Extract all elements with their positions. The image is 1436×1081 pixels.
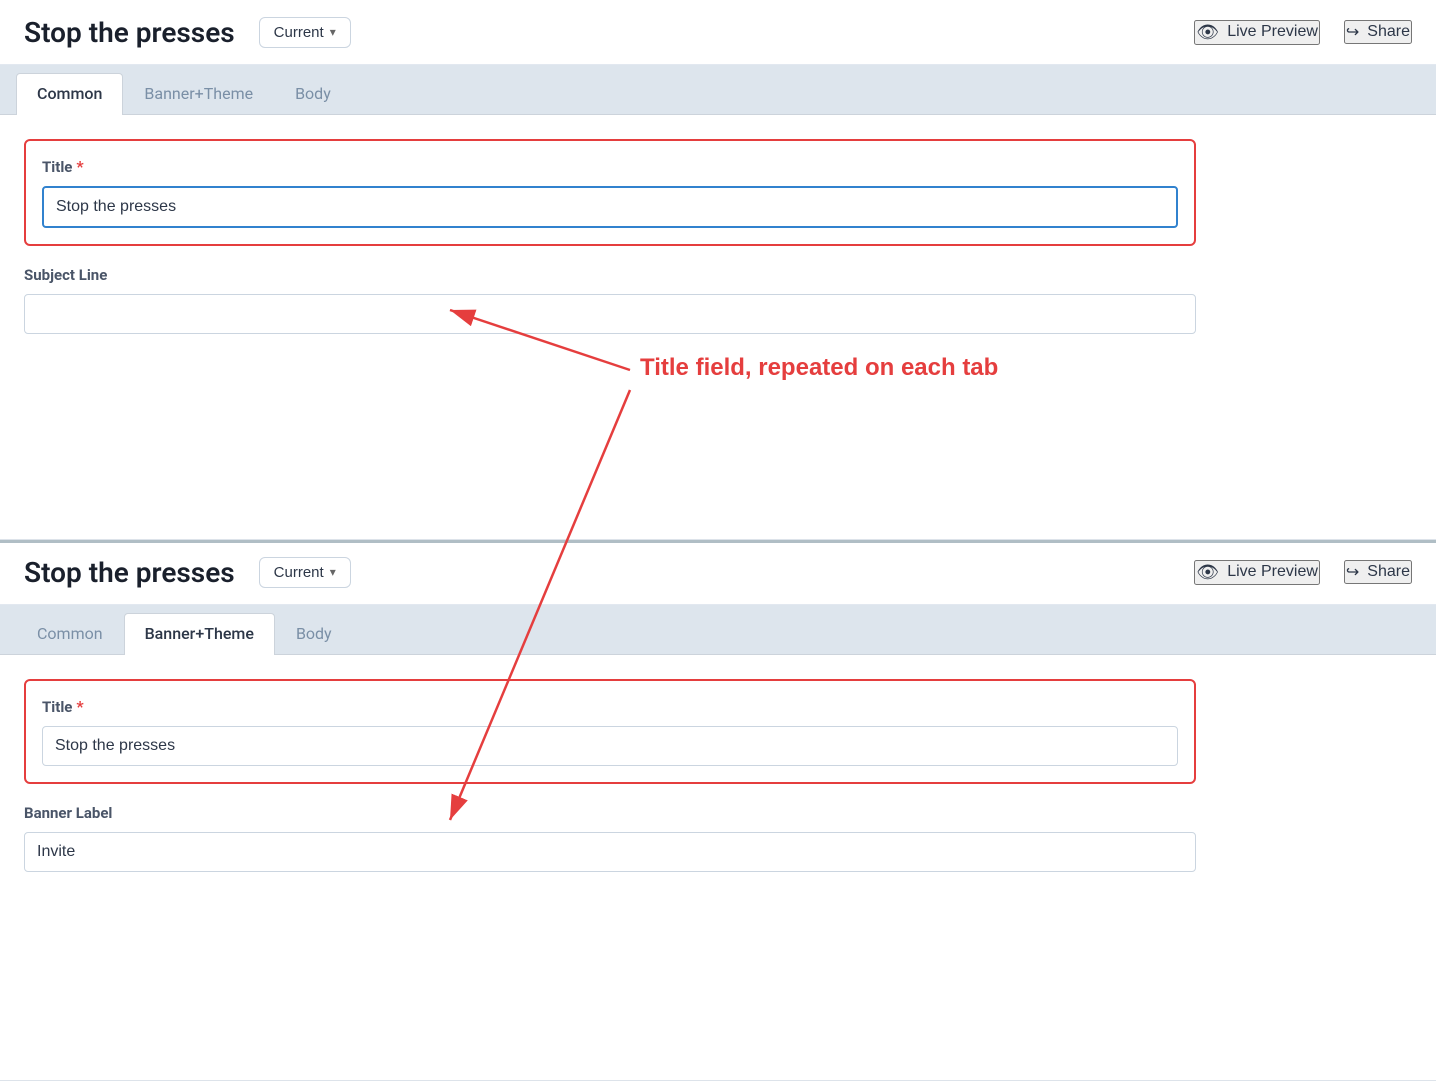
bottom-banner-label-section: Banner Label: [24, 804, 1196, 872]
top-share-icon: ↪: [1346, 22, 1359, 42]
bottom-tab-body[interactable]: Body: [275, 613, 353, 655]
top-header: Stop the presses Current ▾ 👁 Live Previe…: [0, 0, 1436, 65]
top-header-right: 👁 Live Preview ↪ Share: [1194, 20, 1412, 45]
bottom-banner-label-input[interactable]: [24, 832, 1196, 872]
top-title-input[interactable]: [42, 186, 1178, 228]
bottom-share-button[interactable]: ↪ Share: [1344, 560, 1412, 584]
bottom-page-title: Stop the presses: [24, 556, 235, 589]
bottom-title-input[interactable]: [42, 726, 1178, 766]
bottom-chevron-icon: ▾: [330, 565, 336, 579]
top-eye-icon: 👁: [1196, 22, 1219, 43]
bottom-title-label: Title *: [42, 697, 1178, 716]
bottom-header: Stop the presses Current ▾ 👁 Live Previe…: [0, 540, 1436, 605]
bottom-current-dropdown[interactable]: Current ▾: [259, 557, 351, 588]
bottom-section: Stop the presses Current ▾ 👁 Live Previe…: [0, 540, 1436, 1081]
bottom-share-label: Share: [1367, 563, 1410, 581]
bottom-tab-banner-theme[interactable]: Banner+Theme: [124, 613, 275, 655]
bottom-live-preview-button[interactable]: 👁 Live Preview: [1194, 560, 1320, 585]
top-page-title: Stop the presses: [24, 16, 235, 49]
top-chevron-icon: ▾: [330, 25, 336, 39]
top-live-preview-label: Live Preview: [1227, 23, 1318, 41]
top-title-label: Title *: [42, 157, 1178, 176]
bottom-header-right: 👁 Live Preview ↪ Share: [1194, 560, 1412, 585]
bottom-title-required-star: *: [76, 697, 83, 716]
top-tab-body[interactable]: Body: [274, 73, 352, 115]
bottom-tabs-bar: Common Banner+Theme Body: [0, 605, 1436, 655]
top-share-button[interactable]: ↪ Share: [1344, 20, 1412, 44]
top-tab-common[interactable]: Common: [16, 73, 123, 115]
top-subject-line-input[interactable]: [24, 294, 1196, 334]
top-subject-line-label: Subject Line: [24, 266, 1196, 284]
top-tabs-bar: Common Banner+Theme Body: [0, 65, 1436, 115]
top-title-required-star: *: [76, 157, 83, 176]
top-section: Stop the presses Current ▾ 👁 Live Previe…: [0, 0, 1436, 540]
top-subject-line-section: Subject Line: [24, 266, 1196, 334]
bottom-eye-icon: 👁: [1196, 562, 1219, 583]
top-dropdown-label: Current: [274, 24, 324, 41]
bottom-share-icon: ↪: [1346, 562, 1359, 582]
top-tab-banner-theme[interactable]: Banner+Theme: [123, 73, 274, 115]
section-divider: [0, 540, 1436, 543]
bottom-title-section: Title *: [24, 679, 1196, 784]
top-current-dropdown[interactable]: Current ▾: [259, 17, 351, 48]
bottom-live-preview-label: Live Preview: [1227, 563, 1318, 581]
top-live-preview-button[interactable]: 👁 Live Preview: [1194, 20, 1320, 45]
bottom-tab-common[interactable]: Common: [16, 613, 124, 655]
top-content-area: Title * Subject Line: [0, 115, 1220, 495]
top-title-section: Title *: [24, 139, 1196, 246]
bottom-banner-label-label: Banner Label: [24, 804, 1196, 822]
bottom-dropdown-label: Current: [274, 564, 324, 581]
top-share-label: Share: [1367, 23, 1410, 41]
bottom-content-area: Title * Banner Label: [0, 655, 1220, 1035]
